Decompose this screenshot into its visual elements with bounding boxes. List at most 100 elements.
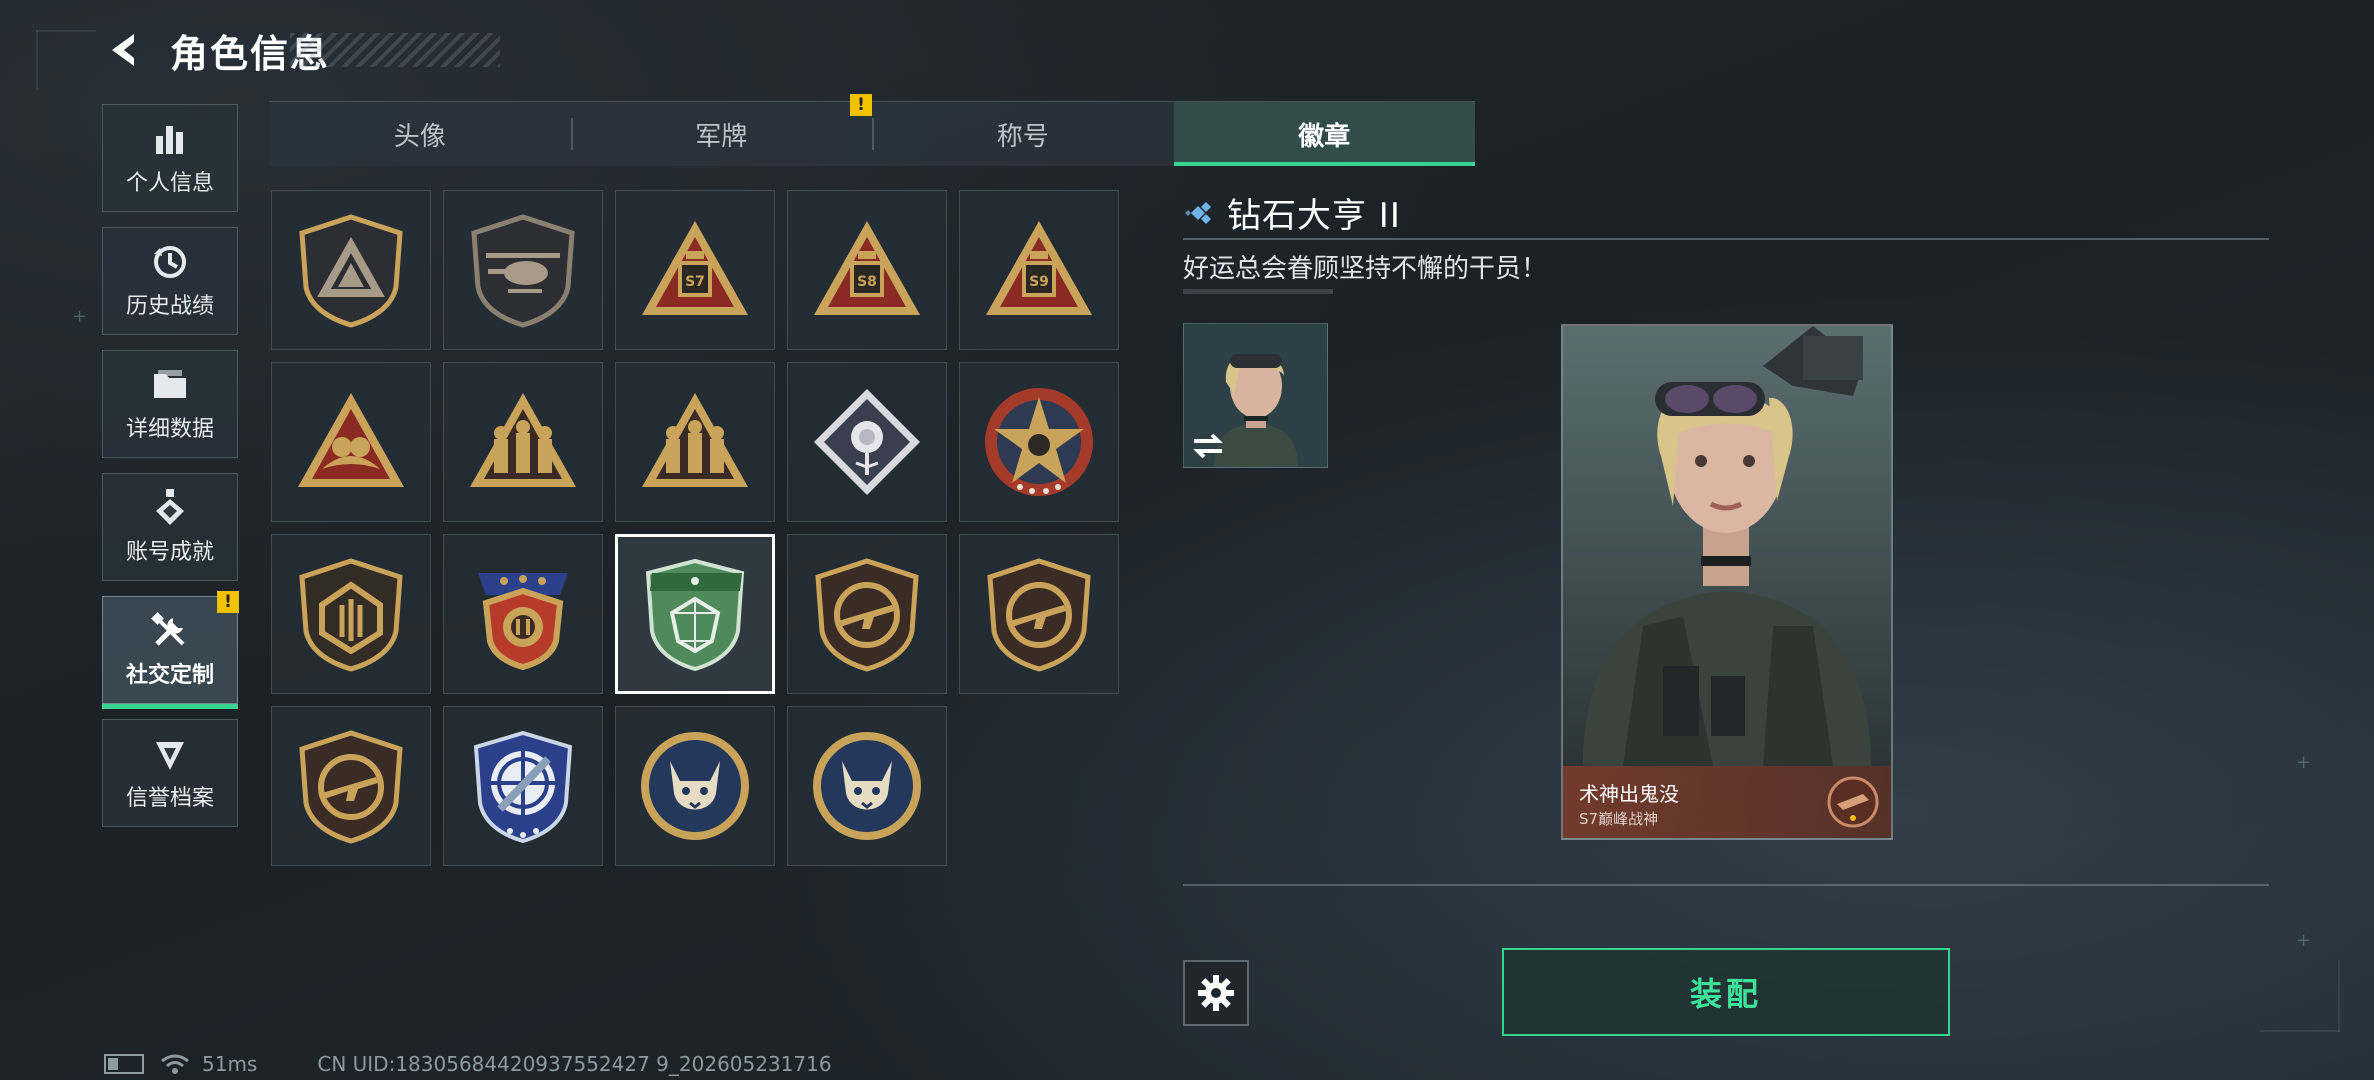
- detail-header: 钻石大亨 II: [1183, 188, 1401, 237]
- rifle-shield-badge-icon: [815, 558, 919, 672]
- diamond-icon: [1185, 201, 1211, 224]
- diamond-tycoon-badge-icon: [645, 558, 745, 672]
- badge-slot[interactable]: S7: [615, 190, 775, 350]
- uid-text: CN UID:18305684420937552427 9_2026052317…: [317, 1052, 832, 1076]
- wifi-icon: [161, 1054, 189, 1074]
- badge-slot[interactable]: [959, 534, 1119, 694]
- settings-button[interactable]: [1183, 960, 1249, 1026]
- badge-slot[interactable]: [443, 190, 603, 350]
- operator-card: 术神出鬼没 S7巅峰战神: [1561, 324, 1893, 840]
- s9-heli-badge-icon: S9: [986, 221, 1092, 315]
- svg-text:S9: S9: [1029, 274, 1049, 290]
- corner-deco: [2338, 960, 2340, 1032]
- title-decoration: [290, 33, 501, 67]
- sidebar-item-profile[interactable]: 个人信息: [102, 104, 238, 212]
- badge-slot[interactable]: [615, 362, 775, 522]
- gold-shield-badge-icon: [299, 558, 403, 672]
- warning-badge: !: [850, 94, 872, 116]
- badge-slot[interactable]: S9: [959, 190, 1119, 350]
- svg-text:S7: S7: [685, 274, 705, 290]
- badge-slot[interactable]: [271, 706, 431, 866]
- operator-illustration: [1563, 326, 1891, 766]
- star-skull-badge-icon: [985, 388, 1093, 496]
- battery-icon: [104, 1054, 144, 1074]
- sidebar-item-details[interactable]: 详细数据: [102, 350, 238, 458]
- ping-value: 51ms: [202, 1052, 258, 1076]
- gear-icon: [1198, 975, 1234, 1011]
- sidebar-item-label: 历史战绩: [125, 294, 214, 319]
- tab-bar: 头像 军牌 ! 称号 徽章: [269, 94, 1475, 166]
- card-subtitle: S7巅峰战神: [1579, 810, 1659, 828]
- rifle-shield-badge-2-icon: [987, 558, 1091, 672]
- soldiers-triangle-badge-icon: [470, 393, 576, 487]
- back-arrow-icon: [112, 34, 134, 66]
- history-icon: [150, 242, 190, 282]
- sidebar-item-label: 社交定制: [125, 663, 214, 688]
- sidebar-item-history[interactable]: 历史战绩: [102, 227, 238, 335]
- plus-deco: +: [2296, 930, 2312, 951]
- triangle-shield-badge-icon: [299, 214, 403, 328]
- badge-slot[interactable]: S8: [787, 190, 947, 350]
- badge-slot[interactable]: [787, 534, 947, 694]
- badge-description: 好运总会眷顾坚持不懈的干员！: [1183, 254, 1548, 284]
- sidebar-item-achievements[interactable]: 账号成就: [102, 473, 238, 581]
- s7-tank-badge-icon: S7: [642, 221, 748, 315]
- corner-deco: [2260, 1030, 2340, 1032]
- credit-icon: [150, 734, 190, 774]
- back-button[interactable]: [100, 26, 148, 74]
- lynx-badge-icon: [641, 732, 749, 840]
- card-footer: 术神出鬼没 S7巅峰战神: [1563, 766, 1891, 838]
- soldiers-gold-badge-icon: [642, 393, 748, 487]
- helicopter-badge-icon: [471, 214, 575, 328]
- lynx-badge-2-icon: [813, 732, 921, 840]
- rifle-shield-badge-3-icon: [299, 730, 403, 844]
- badge-slot[interactable]: [443, 706, 603, 866]
- tab-title[interactable]: 称号: [872, 102, 1174, 166]
- sidebar-item-label: 账号成就: [125, 540, 214, 565]
- crosshair-knife-badge-icon: [473, 730, 573, 844]
- sidebar-item-label: 详细数据: [125, 417, 214, 442]
- sidebar-item-label: 信誉档案: [125, 786, 214, 811]
- tab-dogtag[interactable]: 军牌 !: [570, 94, 872, 166]
- sidebar-item-social[interactable]: ! 社交定制: [102, 591, 239, 709]
- laurel-shield-badge-icon: [478, 573, 568, 671]
- badge-slot[interactable]: [615, 706, 775, 866]
- svg-text:S8: S8: [857, 274, 877, 290]
- sidebar-item-credit[interactable]: 信誉档案: [102, 719, 238, 827]
- avatar-thumbnail[interactable]: [1183, 323, 1328, 468]
- rank-emblem-icon: [1827, 776, 1879, 828]
- badge-name: 钻石大亨 II: [1227, 196, 1401, 236]
- badge-grid: S7 S8 S9: [271, 190, 1125, 866]
- tab-avatar[interactable]: 头像: [269, 102, 571, 166]
- badge-slot[interactable]: [959, 362, 1119, 522]
- badge-slot[interactable]: [615, 534, 775, 694]
- badge-slot[interactable]: [271, 362, 431, 522]
- equip-button[interactable]: 装配: [1502, 948, 1950, 1036]
- plus-deco: +: [2296, 752, 2312, 773]
- sidebar-item-label: 个人信息: [125, 171, 214, 196]
- page-header: 角色信息: [100, 22, 501, 78]
- plus-deco: +: [72, 306, 88, 327]
- folder-icon: [150, 365, 190, 405]
- sidebar: 个人信息 历史战绩 详细数据 账号成就 ! 社交定制 信誉档案: [102, 104, 240, 842]
- s8-tank-badge-icon: S8: [814, 221, 920, 315]
- badge-slot[interactable]: [443, 534, 603, 694]
- divider: [1183, 884, 2269, 886]
- tab-badge[interactable]: 徽章: [1173, 102, 1475, 166]
- badge-slot[interactable]: [271, 534, 431, 694]
- corner-deco: [36, 30, 96, 32]
- card-name: 术神出鬼没: [1579, 782, 1679, 806]
- badge-slot[interactable]: [787, 362, 947, 522]
- divider: [1183, 289, 1333, 294]
- badge-slot[interactable]: [443, 362, 603, 522]
- divider: [1183, 238, 2269, 240]
- badge-slot[interactable]: [787, 706, 947, 866]
- swap-icon: [1193, 433, 1223, 459]
- warning-badge: !: [217, 591, 239, 613]
- bar-chart-icon: [150, 119, 190, 159]
- status-bar: 51ms CN UID:18305684420937552427 9_20260…: [104, 1052, 832, 1076]
- tools-icon: [150, 611, 190, 651]
- rose-diamond-badge-icon: [814, 389, 920, 495]
- achievement-icon: [150, 488, 190, 528]
- badge-slot[interactable]: [271, 190, 431, 350]
